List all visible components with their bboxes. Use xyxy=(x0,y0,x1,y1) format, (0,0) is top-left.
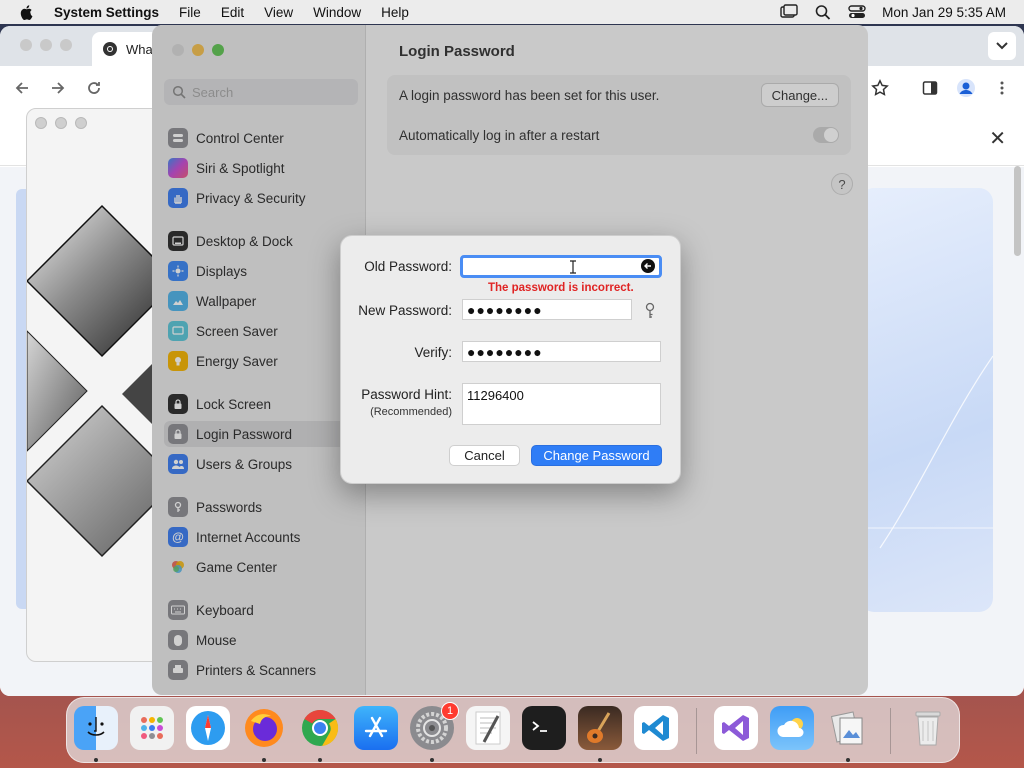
system-settings-running-dot xyxy=(430,758,434,762)
new-password-field[interactable]: ●●●●●●●● xyxy=(462,299,632,320)
back-arrow-icon[interactable] xyxy=(12,78,32,98)
garageband-running-dot xyxy=(598,758,602,762)
finder-icon[interactable] xyxy=(74,706,118,750)
menu-app-name[interactable]: System Settings xyxy=(54,5,159,20)
password-hint-field[interactable]: 11296400 xyxy=(462,383,661,425)
menu-bar: System Settings File Edit View Window He… xyxy=(0,0,1024,24)
password-assistant-key-icon[interactable] xyxy=(643,302,657,320)
change-password-confirm-button[interactable]: Change Password xyxy=(531,445,662,466)
submit-arrow-icon[interactable] xyxy=(641,259,655,273)
bookmark-star-icon[interactable] xyxy=(870,78,890,98)
new-password-label: New Password: xyxy=(358,303,452,318)
launchpad-icon[interactable] xyxy=(130,706,174,750)
spotlight-search-icon[interactable] xyxy=(814,4,832,20)
verify-label: Verify: xyxy=(414,345,452,360)
menu-help[interactable]: Help xyxy=(381,5,409,20)
chrome-minimize-button[interactable] xyxy=(40,39,52,51)
chrome-zoom-button[interactable] xyxy=(60,39,72,51)
bg-window-minimize-button[interactable] xyxy=(55,117,67,129)
bg-window-close-button[interactable] xyxy=(35,117,47,129)
profile-avatar-icon[interactable] xyxy=(956,78,976,98)
trash-icon[interactable] xyxy=(906,706,950,750)
chrome-tab-favicon-icon xyxy=(103,42,117,56)
forward-arrow-icon[interactable] xyxy=(48,78,68,98)
page-scrollbar[interactable] xyxy=(1014,166,1021,256)
screen-mirroring-icon[interactable] xyxy=(780,4,798,20)
reload-icon[interactable] xyxy=(84,78,104,98)
password-hint-label: Password Hint: xyxy=(361,387,452,402)
more-menu-icon[interactable] xyxy=(992,78,1012,98)
system-settings-badge: 1 xyxy=(441,702,459,720)
decorative-lines xyxy=(860,355,993,549)
finder-running-dot xyxy=(94,758,98,762)
new-password-value: ●●●●●●●● xyxy=(467,301,543,318)
menu-file[interactable]: File xyxy=(179,5,201,20)
menu-view[interactable]: View xyxy=(264,5,293,20)
old-password-field[interactable] xyxy=(460,255,662,278)
bg-window-zoom-button[interactable] xyxy=(75,117,87,129)
menu-window[interactable]: Window xyxy=(313,5,361,20)
vscode-icon[interactable] xyxy=(634,706,678,750)
verify-password-value: ●●●●●●●● xyxy=(467,343,543,360)
dock-separator xyxy=(890,708,891,754)
cancel-button[interactable]: Cancel xyxy=(449,445,520,466)
chevron-down-icon xyxy=(996,42,1008,50)
chrome-close-button[interactable] xyxy=(20,39,32,51)
menu-edit[interactable]: Edit xyxy=(221,5,244,20)
side-panel-icon[interactable] xyxy=(920,78,940,98)
chrome-icon[interactable] xyxy=(298,706,342,750)
weather-icon[interactable] xyxy=(770,706,814,750)
diamond-artwork xyxy=(27,204,165,558)
safari-icon[interactable] xyxy=(186,706,230,750)
verify-password-field[interactable]: ●●●●●●●● xyxy=(462,341,661,362)
close-icon[interactable]: ✕ xyxy=(989,126,1006,151)
password-hint-value: 11296400 xyxy=(467,388,524,403)
textedit-icon[interactable] xyxy=(466,706,510,750)
garageband-icon[interactable] xyxy=(578,706,622,750)
dock: 1 xyxy=(66,697,960,763)
tab-search-button[interactable] xyxy=(988,32,1016,60)
password-hint-sublabel: (Recommended) xyxy=(370,406,452,418)
chrome-running-dot xyxy=(318,758,322,762)
menu-clock[interactable]: Mon Jan 29 5:35 AM xyxy=(882,5,1006,20)
background-window xyxy=(26,108,166,662)
preview-icon[interactable] xyxy=(826,706,870,750)
terminal-icon[interactable] xyxy=(522,706,566,750)
apple-menu-icon[interactable] xyxy=(18,3,36,21)
app-store-icon[interactable] xyxy=(354,706,398,750)
visual-studio-icon[interactable] xyxy=(714,706,758,750)
firefox-running-dot xyxy=(262,758,266,762)
text-cursor-icon xyxy=(570,260,576,274)
password-error-message: The password is incorrect. xyxy=(488,282,634,294)
dock-separator xyxy=(696,708,697,754)
old-password-label: Old Password: xyxy=(364,259,452,274)
change-password-dialog: Old Password: The password is incorrect.… xyxy=(340,235,681,484)
control-center-menu-icon[interactable] xyxy=(848,4,866,20)
preview-running-dot xyxy=(846,758,850,762)
page-card-right xyxy=(860,188,993,612)
firefox-icon[interactable] xyxy=(242,706,286,750)
